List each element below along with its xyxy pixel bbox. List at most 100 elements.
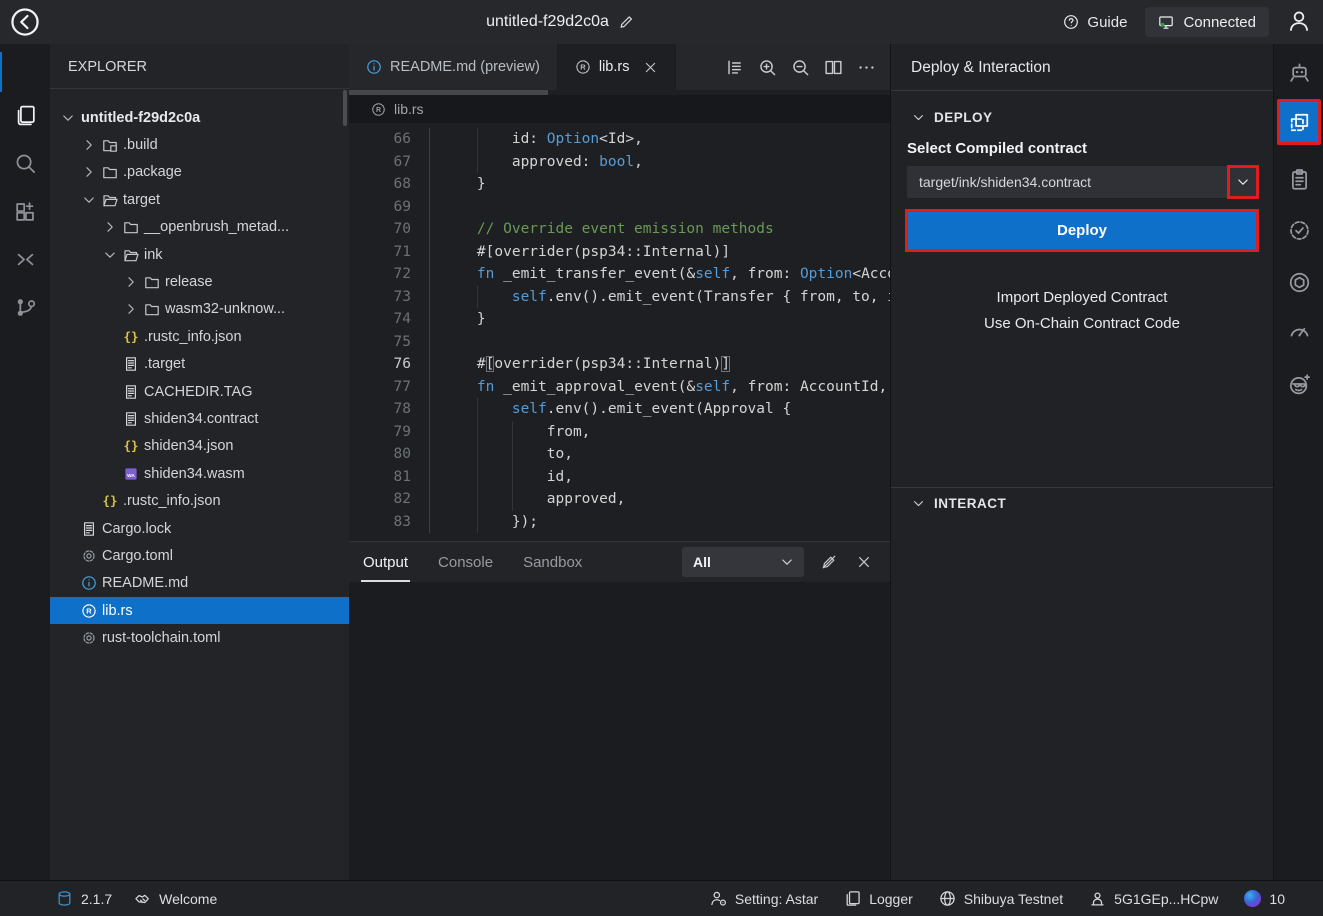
activity-ai-chat[interactable] [1285,268,1313,296]
outline-button[interactable] [723,56,745,78]
tree-item-ink[interactable]: ink [50,241,349,268]
tree-item-cachedir.tag[interactable]: CACHEDIR.TAG [50,378,349,405]
tree-item-lib.rs[interactable]: Rlib.rs [50,597,349,624]
output-filter-select[interactable]: All [682,547,804,577]
rust-icon: R [371,102,386,117]
code-line: 74 } [349,308,890,331]
chevron-down-icon [1235,174,1251,190]
activity-collapse[interactable] [11,245,39,273]
zoom-out-button[interactable] [789,56,811,78]
tree-item-cargo.toml[interactable]: Cargo.toml [50,542,349,569]
interact-section-header[interactable]: INTERACT [891,496,1293,511]
activity-files[interactable] [11,101,39,129]
tree-item-wasm32-unknow...[interactable]: wasm32-unknow... [50,296,349,323]
status-version[interactable]: 2.1.7 [56,890,112,907]
breadcrumb[interactable]: R lib.rs [349,95,890,123]
compiled-contract-value: target/ink/shiden34.contract [907,174,1091,190]
status-balance[interactable]: 10 [1244,890,1285,907]
activity-verify[interactable] [1285,216,1313,244]
code-line: 80 to, [349,443,890,466]
explorer-scrollbar[interactable] [343,90,347,126]
activity-tasks[interactable] [1285,165,1313,193]
close-tab-icon[interactable] [643,60,658,75]
tree-item-shiden34.wasm[interactable]: WAshiden34.wasm [50,460,349,487]
status-account[interactable]: 5G1GEp...HCpw [1089,890,1218,907]
tree-item-.rustc-info.json[interactable]: {}.rustc_info.json [50,323,349,350]
line-number: 77 [349,379,429,395]
editor-tab-lib.rs[interactable]: Rlib.rs [558,44,677,90]
more-actions-button[interactable] [855,56,877,78]
deploy-panel-title: Deploy & Interaction [891,44,1273,91]
activity-source-control[interactable] [11,293,39,321]
panel-tab-sandbox[interactable]: Sandbox [521,542,584,582]
connected-label: Connected [1183,14,1256,31]
gauge-icon [1288,319,1311,342]
tree-item-cargo.lock[interactable]: Cargo.lock [50,515,349,542]
activity-assistant[interactable] [1285,58,1313,86]
code-line: 79 from, [349,421,890,444]
status-setting[interactable]: Setting: Astar [710,890,818,907]
compiled-contract-select[interactable]: target/ink/shiden34.contract [907,166,1257,198]
code-line: 82 approved, [349,488,890,511]
tree-item-.package[interactable]: .package [50,159,349,186]
close-panel-button[interactable] [854,552,874,572]
status-welcome[interactable]: Welcome [134,890,217,907]
deploy-panel: Deploy & Interaction DEPLOY Select Compi… [890,44,1273,880]
back-button[interactable] [10,7,40,37]
use-onchain-code-link[interactable]: Use On-Chain Contract Code [891,315,1273,332]
panel-tab-output[interactable]: Output [361,542,410,582]
line-text: } [429,173,890,196]
person-gear-icon [710,890,727,907]
import-deployed-contract-link[interactable]: Import Deployed Contract [891,289,1273,306]
tree-item-release[interactable]: release [50,268,349,295]
tree-item-shiden34.json[interactable]: {}shiden34.json [50,433,349,460]
json-braces-icon: {} [102,493,118,509]
line-text: #[overrider(psp34::Internal)] [429,241,890,264]
status-bar: 2.1.7 Welcome Setting: Astar Logger Shibuya… [0,880,1323,916]
bottom-panel-tabbar: Output Console Sandbox All [349,542,890,582]
split-editor-button[interactable] [822,56,844,78]
tree-item-.rustc-info.json[interactable]: {} .rustc_info.json [50,487,349,514]
tree-item-.target[interactable]: .target [50,351,349,378]
chevron-down-icon [60,110,76,126]
zoom-out-icon [791,58,810,77]
copies-icon [844,890,861,907]
activity-extensions[interactable] [11,197,39,225]
doc-icon [81,521,97,537]
panel-tab-console[interactable]: Console [436,542,495,582]
connected-button[interactable]: Connected [1145,7,1269,37]
select-chevron-annotation[interactable] [1227,165,1259,199]
status-logger[interactable]: Logger [844,890,913,907]
line-text: approved: bool, [429,151,890,174]
tree-item-rust-toolchain.toml[interactable]: rust-toolchain.toml [50,624,349,651]
folder-icon [102,164,118,180]
zoom-in-button[interactable] [756,56,778,78]
tree-item-label: .rustc_info.json [123,493,221,509]
tree-item-target[interactable]: target [50,186,349,213]
tree-item-untitled-f29d2c0a[interactable]: untitled-f29d2c0a [50,104,349,131]
deploy-section-header[interactable]: DEPLOY [891,110,1273,125]
code-editor[interactable]: 66 id: Option<Id>,67 approved: bool,68 }… [349,123,890,541]
pencil-icon[interactable] [618,14,634,30]
avatar-button[interactable] [1287,9,1313,35]
editor-tab-readme.md-preview-[interactable]: README.md (preview) [349,44,558,90]
deploy-button[interactable]: Deploy [908,212,1256,249]
tree-item--openbrush-metad...[interactable]: __openbrush_metad... [50,214,349,241]
activity-search[interactable] [11,149,39,177]
tab-label: lib.rs [599,59,630,75]
activity-community[interactable] [1285,370,1313,398]
editor-toolbar [723,44,890,90]
status-network[interactable]: Shibuya Testnet [939,890,1063,907]
folder-open-icon [102,192,118,208]
tree-item-shiden34.contract[interactable]: shiden34.contract [50,405,349,432]
activity-performance[interactable] [1285,316,1313,344]
tree-item-label: target [123,192,160,208]
line-text: } [429,308,890,331]
tree-item-.build[interactable]: .build [50,131,349,158]
activity-deploy[interactable] [1277,99,1321,145]
guide-button[interactable]: Guide [1063,14,1127,31]
chevron-down-icon [81,192,97,208]
clear-output-button[interactable] [819,552,839,572]
code-line: 66 id: Option<Id>, [349,128,890,151]
tree-item-readme.md[interactable]: README.md [50,570,349,597]
